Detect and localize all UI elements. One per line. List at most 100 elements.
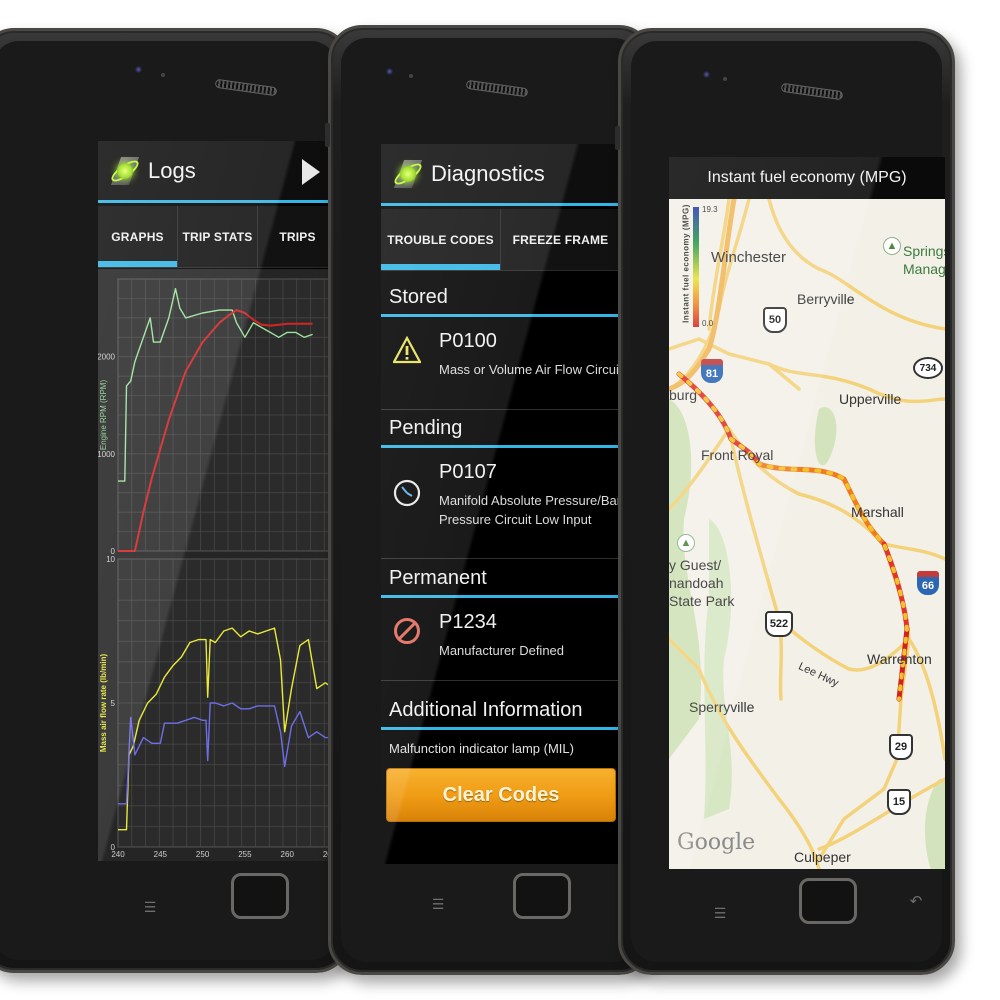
- front-camera-icon: [135, 66, 142, 73]
- screen-title: Logs: [148, 157, 196, 183]
- tab-bar: GRAPHS TRIP STATS TRIPS: [98, 206, 338, 268]
- back-key-icon[interactable]: ↶: [907, 894, 925, 909]
- x-tick-label: 250: [196, 850, 210, 859]
- action-bar: Diagnostics: [381, 144, 621, 206]
- google-logo: Google: [677, 830, 756, 855]
- description-line: Manifold Absolute Pressure/Baror: [439, 493, 621, 508]
- tab-bar: TROUBLE CODES FREEZE FRAME: [381, 209, 621, 271]
- y-tick-label: 1000: [98, 450, 116, 459]
- screen-diagnostics: Diagnostics TROUBLE CODES FREEZE FRAME S…: [381, 144, 621, 864]
- route-15-shield: 15: [887, 789, 911, 815]
- fuel-economy-map[interactable]: Instant fuel economy (MPG) 19.3 0.0 Winc…: [669, 199, 945, 869]
- y-tick-label: 2000: [98, 353, 116, 362]
- action-bar: Logs: [98, 141, 338, 203]
- y-axis-label: Mass air flow rate (lb/min): [99, 654, 108, 753]
- interstate-66-shield: 66: [917, 571, 939, 595]
- proximity-sensor: [723, 77, 727, 81]
- phone-logs: Logs GRAPHS TRIP STATS TRIPS 0 1000 2000 En…: [0, 28, 350, 973]
- y-axis-label: Engine RPM (RPM): [99, 380, 108, 451]
- home-button[interactable]: [513, 873, 571, 919]
- x-tick-label: 260: [281, 850, 295, 859]
- side-button[interactable]: [325, 123, 330, 147]
- x-tick-label: 255: [238, 850, 252, 859]
- x-tick-label: 245: [154, 850, 168, 859]
- map-label: y Guest/: [669, 557, 722, 573]
- clear-codes-button[interactable]: Clear Codes: [386, 768, 616, 822]
- trouble-code-description: Mass or Volume Air Flow Circuit: [439, 360, 621, 379]
- mil-status-label: Malfunction indicator lamp (MIL): [389, 741, 574, 756]
- map-label: Front Royal: [701, 447, 774, 463]
- description-line: Manufacturer Defined: [439, 643, 565, 658]
- prohibited-icon: [394, 618, 420, 644]
- map-label: Marshall: [851, 504, 904, 520]
- x-tick-label: 240: [111, 850, 125, 859]
- warning-icon: [393, 336, 421, 364]
- section-additional-heading: Additional Information: [381, 694, 621, 730]
- map-label: burg: [669, 387, 698, 403]
- phone-map: Instant fuel economy (MPG) Instant fuel …: [615, 28, 955, 975]
- legend-title: Instant fuel economy (MPG): [681, 204, 691, 323]
- map-label: Winchester: [711, 249, 787, 266]
- route-734-shield: 734: [913, 357, 943, 379]
- section-pending-heading: Pending: [381, 412, 621, 448]
- park-icon: ▲: [677, 534, 695, 552]
- app-logo-icon: [391, 157, 425, 191]
- proximity-sensor: [409, 74, 413, 78]
- trouble-code-description: Manifold Absolute Pressure/Baror Pressur…: [439, 491, 621, 529]
- map-title: Instant fuel economy (MPG): [669, 157, 945, 199]
- map-label: Springs: [903, 243, 945, 259]
- route-50-shield: 50: [763, 307, 787, 333]
- map-label: State Park: [669, 593, 735, 609]
- trouble-code-row[interactable]: P0107 Manifold Absolute Pressure/Baror P…: [381, 451, 621, 559]
- trouble-code-row[interactable]: P0100 Mass or Volume Air Flow Circuit: [381, 320, 621, 410]
- menu-key-icon[interactable]: ☰: [141, 900, 159, 914]
- route-29-shield: 29: [889, 734, 913, 760]
- menu-key-icon[interactable]: ☰: [429, 897, 447, 911]
- side-button[interactable]: [615, 126, 620, 150]
- tab-freeze-frame[interactable]: FREEZE FRAME: [501, 209, 621, 270]
- home-button[interactable]: [231, 873, 289, 919]
- park-icon: ▲: [883, 237, 901, 255]
- screen-map: Instant fuel economy (MPG) Instant fuel …: [669, 157, 945, 869]
- description-line: Pressure Circuit Low Input: [439, 512, 592, 527]
- phone-diagnostics: Diagnostics TROUBLE CODES FREEZE FRAME S…: [325, 25, 653, 975]
- map-label: Culpeper: [794, 849, 851, 865]
- tab-trip-stats[interactable]: TRIP STATS: [178, 206, 258, 267]
- trouble-code: P0107: [439, 461, 497, 483]
- screen-logs: Logs GRAPHS TRIP STATS TRIPS 0 1000 2000 En…: [98, 141, 338, 861]
- description-line: Mass or Volume Air Flow Circuit: [439, 362, 621, 377]
- tab-trips[interactable]: TRIPS: [258, 206, 338, 267]
- tab-graphs[interactable]: GRAPHS: [98, 206, 178, 267]
- screen-title: Diagnostics: [431, 160, 545, 186]
- terrain-area: [814, 407, 837, 466]
- trouble-code-row[interactable]: P1234 Manufacturer Defined: [381, 601, 621, 681]
- home-button[interactable]: [799, 878, 857, 924]
- clock-icon: [393, 479, 421, 507]
- trouble-code-description: Manufacturer Defined: [439, 641, 564, 660]
- map-label: Upperville: [839, 391, 902, 407]
- terrain-area: [925, 779, 945, 869]
- fuel-economy-color-scale: [693, 207, 699, 327]
- play-icon[interactable]: [302, 159, 320, 185]
- y-tick-label: 10: [106, 555, 115, 564]
- map-label: Sperryville: [689, 699, 755, 715]
- legend-max-label: 19.3: [702, 205, 718, 214]
- menu-key-icon[interactable]: ☰: [711, 906, 729, 920]
- proximity-sensor: [161, 73, 165, 77]
- graphs-svg: 010002000Engine RPM (RPM)0510Mass air fl…: [98, 278, 338, 859]
- trouble-code: P0100: [439, 330, 497, 352]
- section-permanent-heading: Permanent: [381, 562, 621, 598]
- front-camera-icon: [703, 71, 710, 78]
- tab-trouble-codes[interactable]: TROUBLE CODES: [381, 209, 501, 270]
- interstate-81-shield: 81: [701, 359, 723, 383]
- app-logo-icon: [108, 154, 142, 188]
- route-522-shield: 522: [765, 611, 793, 637]
- map-label: Warrenton: [867, 651, 932, 667]
- trouble-code: P1234: [439, 611, 497, 633]
- map-label: Berryville: [797, 291, 855, 307]
- map-label: Manage: [903, 261, 945, 277]
- graphs-panel: 0 1000 2000 Engine RPM (RPM) 0 5 10 Mass air fl…: [98, 269, 338, 861]
- section-stored-heading: Stored: [381, 281, 621, 317]
- y-tick-label: 5: [111, 699, 116, 708]
- legend-min-label: 0.0: [702, 319, 714, 328]
